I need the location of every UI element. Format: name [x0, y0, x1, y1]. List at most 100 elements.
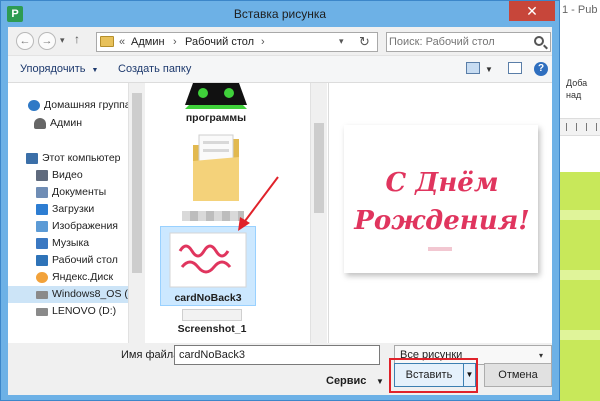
change-view-icon[interactable] — [466, 62, 480, 74]
insert-button-highlight — [389, 358, 478, 393]
sidebar-item-desktop[interactable]: Рабочий стол — [8, 252, 128, 269]
recent-locations-button[interactable]: ▾ — [60, 35, 65, 46]
file-item-cardnoback3[interactable]: cardNoBack3 — [160, 226, 256, 306]
sidebar-item-drive-c[interactable]: Windows8_OS (C — [8, 286, 128, 303]
sidebar-item-music[interactable]: Музыка — [8, 235, 128, 252]
main-area: Домашняя группа Админ Этот компьютер Вид… — [8, 83, 552, 343]
background-ruler — [560, 118, 600, 136]
card-line-1: С Днём — [385, 168, 498, 198]
help-icon[interactable]: ? — [534, 62, 548, 76]
user-icon — [34, 118, 46, 129]
sidebar-item-drive-d[interactable]: LENOVO (D:) — [8, 303, 128, 320]
organize-button[interactable]: Упорядочить ▼ — [20, 63, 98, 75]
drive-c-icon — [36, 291, 48, 299]
sidebar-item-label: Яндекс.Диск — [52, 271, 114, 283]
sidebar-item-this-pc[interactable]: Этот компьютер — [8, 150, 128, 167]
sidebar-item-video[interactable]: Видео — [8, 167, 128, 184]
documents-folder-icon — [36, 187, 48, 198]
new-folder-button[interactable]: Создать папку — [118, 63, 191, 75]
filename-input[interactable] — [174, 345, 380, 365]
sidebar-item-label: Музыка — [52, 237, 90, 249]
command-toolbar: Упорядочить ▼ Создать папку ▼ ? — [8, 55, 552, 83]
file-list: программы cardNoBack3 Screenshot_1 — [146, 83, 309, 343]
breadcrumb-admin[interactable]: Админ — [131, 36, 165, 48]
file-list-scroll-thumb[interactable] — [314, 123, 324, 213]
file-label: программы — [185, 112, 247, 124]
breadcrumb-separator-icon[interactable]: › — [173, 36, 177, 48]
back-button[interactable]: ← — [16, 32, 34, 50]
address-history-dropdown[interactable]: ▾ — [339, 36, 344, 47]
navigation-scrollbar[interactable] — [128, 83, 145, 343]
navigation-pane: Домашняя группа Админ Этот компьютер Вид… — [8, 83, 128, 343]
file-label: cardNoBack3 — [174, 292, 242, 304]
music-folder-icon — [36, 238, 48, 249]
view-options-dropdown[interactable]: ▼ — [485, 65, 493, 74]
up-button[interactable]: ↑ — [74, 32, 80, 46]
navigation-scroll-thumb[interactable] — [132, 93, 142, 273]
yandex-disk-icon — [36, 272, 48, 283]
search-icon[interactable] — [534, 36, 544, 46]
address-folder-icon — [100, 36, 114, 47]
tools-button[interactable]: Сервис — [326, 375, 366, 387]
sidebar-item-admin[interactable]: Админ — [8, 115, 128, 132]
organize-label: Упорядочить — [20, 63, 86, 75]
preview-pane-icon[interactable] — [508, 62, 522, 74]
dialog-content: ← → ▾ ↑ « Админ › Рабочий стол › ▾ ↻ У — [8, 27, 552, 395]
sidebar-item-homegroup[interactable]: Домашняя группа — [8, 97, 128, 114]
sidebar-item-label: Документы — [52, 186, 107, 198]
chevron-down-icon: ▾ — [539, 351, 544, 360]
dialog-titlebar[interactable]: P Вставка рисунка ✕ — [1, 1, 559, 27]
file-item-programs[interactable]: программы — [168, 83, 264, 125]
screenshot-thumbnail-icon — [182, 309, 242, 321]
sidebar-item-label: Админ — [50, 117, 83, 129]
sidebar-item-downloads[interactable]: Загрузки — [8, 201, 128, 218]
background-publisher-window: 1 - Pub Доба над — [560, 0, 600, 401]
close-button[interactable]: ✕ — [509, 1, 555, 21]
search-input[interactable] — [389, 35, 529, 49]
card-thumbnail-icon — [169, 232, 247, 288]
programs-folder-icon — [185, 83, 247, 109]
downloads-folder-icon — [36, 204, 48, 215]
file-list-scrollbar[interactable] — [310, 83, 327, 343]
computer-icon — [26, 153, 38, 164]
breadcrumb-separator-icon-2[interactable]: › — [261, 36, 265, 48]
file-label: Screenshot_1 — [177, 323, 247, 335]
sidebar-item-pictures[interactable]: Изображения — [8, 218, 128, 235]
drive-d-icon — [36, 308, 48, 316]
cancel-button[interactable]: Отмена — [484, 363, 552, 387]
sidebar-item-label: Этот компьютер — [42, 152, 121, 164]
birthday-card-preview: С Днём Рождения! — [344, 125, 538, 273]
dialog-title: Вставка рисунка — [233, 7, 327, 21]
sidebar-item-label: LENOVO (D:) — [52, 305, 117, 317]
background-window-title: 1 - Pub — [562, 4, 598, 16]
sidebar-item-label: Изображения — [52, 220, 118, 232]
address-bar[interactable]: « Админ › Рабочий стол › ▾ ↻ — [96, 32, 378, 52]
sidebar-item-yandex-disk[interactable]: Яндекс.Диск — [8, 269, 128, 286]
sidebar-item-documents[interactable]: Документы — [8, 184, 128, 201]
refresh-icon[interactable]: ↻ — [359, 34, 370, 50]
pictures-folder-icon — [36, 221, 48, 232]
breadcrumb-overflow[interactable]: « — [119, 36, 125, 48]
insert-picture-dialog: P Вставка рисунка ✕ ← → ▾ ↑ « Админ › Ра… — [0, 0, 560, 401]
forward-button[interactable]: → — [38, 32, 56, 50]
sidebar-item-label: Windows8_OS (C — [52, 288, 128, 300]
breadcrumb-desktop[interactable]: Рабочий стол — [185, 36, 254, 48]
background-ribbon-text: Доба — [566, 78, 588, 88]
background-ribbon-text-2: над — [566, 90, 582, 100]
card-line-2: Рождения! — [353, 206, 529, 236]
organize-arrow-icon: ▼ — [91, 67, 99, 74]
sidebar-item-label: Домашняя группа — [44, 99, 128, 111]
sidebar-item-label: Загрузки — [52, 203, 95, 215]
tools-arrow-icon[interactable]: ▼ — [376, 377, 384, 386]
homegroup-icon — [28, 100, 40, 111]
preview-pane: С Днём Рождения! — [328, 83, 552, 343]
background-document-page — [560, 172, 600, 401]
video-folder-icon — [36, 170, 48, 181]
sidebar-item-label: Видео — [52, 169, 83, 181]
desktop-folder-icon — [36, 255, 48, 266]
annotation-arrow-icon — [238, 176, 279, 231]
navigation-bar: ← → ▾ ↑ « Админ › Рабочий стол › ▾ ↻ — [8, 27, 552, 55]
file-item-screenshot[interactable]: Screenshot_1 — [164, 309, 260, 343]
sidebar-item-label: Рабочий стол — [52, 254, 118, 266]
search-box[interactable] — [386, 32, 551, 52]
